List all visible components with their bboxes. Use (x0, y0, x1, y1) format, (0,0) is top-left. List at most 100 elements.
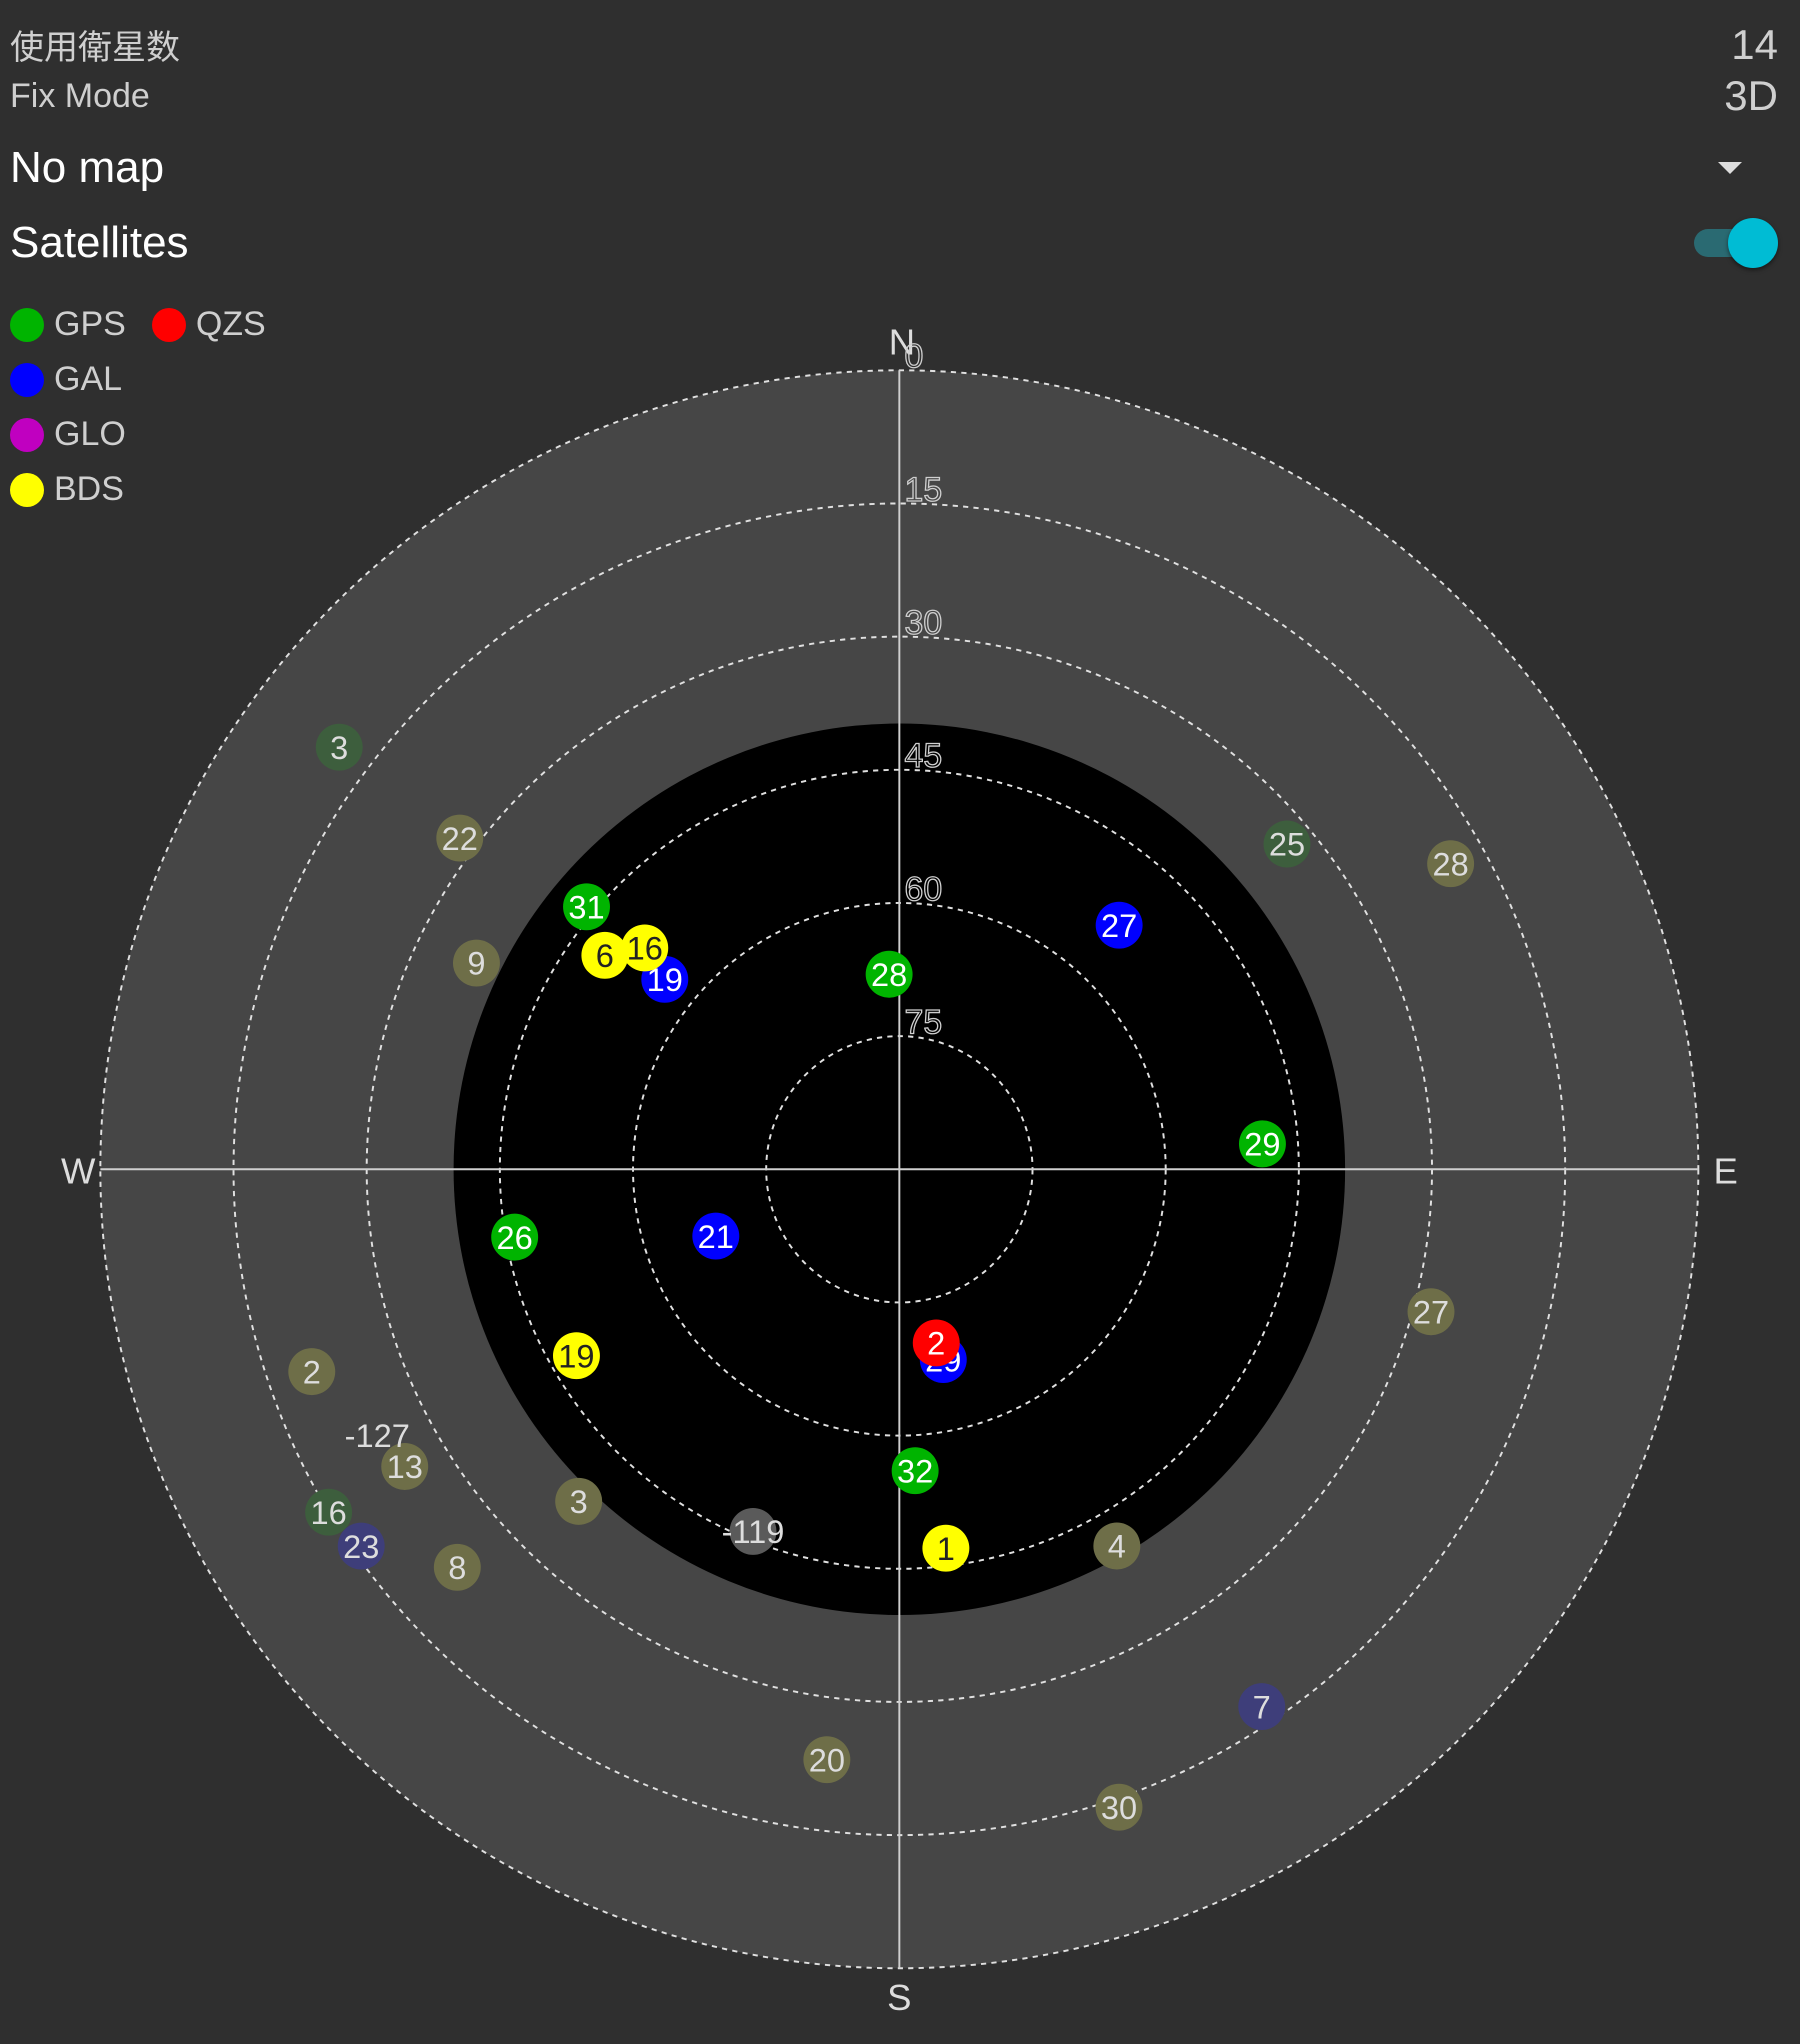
satellite-bds-6[interactable]: 6 (581, 931, 629, 979)
dropdown-triangle-icon[interactable] (1718, 162, 1742, 174)
satellite-id-label: 19 (647, 962, 683, 998)
satellite-marker (803, 1736, 851, 1784)
elevation-ring (498, 768, 1300, 1570)
satellite-id-label: 20 (809, 1742, 845, 1778)
legend-label: GAL (54, 360, 123, 398)
satellite-id-label: 26 (497, 1220, 533, 1256)
satellite-id-label: 28 (1433, 846, 1469, 882)
satellite-marker (555, 1477, 603, 1525)
satellite-bds-27[interactable]: 27 (1407, 1288, 1455, 1336)
satellite-gps-32[interactable]: 32 (891, 1447, 939, 1495)
satellite-gps-31[interactable]: 31 (563, 883, 610, 931)
satellites-used-row: 使用衛星数 14 (10, 20, 1778, 69)
satellite-bds-19[interactable]: 19 (552, 1332, 600, 1380)
satellite-bds-1[interactable]: 1 (922, 1524, 970, 1572)
satellite-marker (433, 1543, 481, 1591)
satellite-gal-29[interactable]: 29 (919, 1336, 967, 1384)
satellite-bds-30[interactable]: 30 (1095, 1783, 1143, 1831)
satellite-qzs-2[interactable]: 2 (912, 1319, 960, 1367)
satellite-id-label: 19 (558, 1338, 594, 1374)
satellite-bds-22[interactable]: 22 (436, 814, 484, 862)
satellite-marker (621, 924, 669, 972)
satellite-gps-16[interactable]: 16 (305, 1488, 353, 1536)
satellite-gal-27[interactable]: 27 (1095, 901, 1143, 949)
satellite-gal-19[interactable]: 19 (641, 955, 689, 1003)
west-label: W (61, 1151, 96, 1192)
satellite-unknown--119[interactable]: -119 (722, 1507, 785, 1555)
fix-mode-row: Fix Mode 3D (10, 72, 1778, 120)
satellite-marker (1238, 1120, 1286, 1168)
elevation-ring (99, 369, 1700, 1970)
satellite-marker (641, 955, 689, 1003)
gal-color-dot (10, 362, 44, 397)
satellites-used-label: 使用衛星数 (10, 29, 180, 67)
satellites-toggle-switch[interactable] (1692, 218, 1778, 268)
satellite-marker (912, 1319, 960, 1367)
satellite-marker (729, 1507, 777, 1555)
elevation-ring (365, 635, 1433, 1703)
gps-color-dot (10, 307, 44, 342)
satellite-id-label: 21 (698, 1219, 734, 1255)
satellite-gps-3[interactable]: 3 (315, 723, 363, 771)
satellite-marker (452, 939, 500, 987)
satellite-marker (563, 883, 610, 931)
legend-qzs: QZS (151, 305, 266, 344)
satellite-marker (1095, 1783, 1143, 1831)
bds-color-dot (10, 472, 44, 507)
satellite-gal-21[interactable]: 21 (692, 1212, 740, 1260)
satellite-id-label: 28 (871, 957, 907, 993)
satellite-id-label: 22 (442, 821, 478, 857)
satellite-unknown--127[interactable]: -127 (345, 1418, 410, 1454)
legend-bds: BDS (10, 470, 124, 509)
satellite-id-label: 7 (1253, 1689, 1271, 1725)
satellite-id-label: 16 (311, 1495, 347, 1531)
satellite-bds-9[interactable]: 9 (452, 939, 500, 987)
satellite-bds-20[interactable]: 20 (803, 1736, 851, 1784)
satellite-marker (288, 1348, 336, 1396)
satellite-marker (381, 1443, 429, 1490)
satellite-id-label: 30 (1101, 1790, 1137, 1826)
satellite-bds-13[interactable]: 13 (381, 1443, 429, 1490)
south-label: S (887, 1977, 911, 2018)
satellite-bds-4[interactable]: 4 (1093, 1522, 1141, 1570)
satellite-marker (315, 723, 363, 771)
elevation-ring (765, 1035, 1034, 1304)
satellite-id-label: 6 (596, 938, 614, 974)
elevation-ring (232, 502, 1567, 1837)
east-label: E (1714, 1151, 1738, 1192)
satellite-gal-7[interactable]: 7 (1238, 1683, 1286, 1731)
north-label: N (889, 322, 915, 363)
legend-label: BDS (54, 470, 124, 508)
satellite-gps-29[interactable]: 29 (1238, 1120, 1286, 1168)
satellite-id-label: 25 (1269, 827, 1305, 863)
satellite-marker (1093, 1522, 1141, 1570)
constellation-legend: GPS QZS GAL GLO BDS (10, 297, 292, 517)
satellite-marker (1407, 1288, 1455, 1336)
satellite-bds-8[interactable]: 8 (433, 1543, 481, 1591)
legend-label: GLO (54, 415, 126, 453)
satellite-marker (337, 1522, 385, 1570)
satellite-bds-16[interactable]: 16 (621, 924, 669, 972)
satellite-bds-2[interactable]: 2 (288, 1348, 336, 1396)
map-select-dropdown[interactable]: No map (10, 143, 1778, 193)
satellite-marker (922, 1524, 970, 1572)
satellite-id-label: -127 (345, 1418, 410, 1454)
satellite-gal-23[interactable]: 23 (337, 1522, 385, 1570)
satellite-bds-28[interactable]: 28 (1427, 840, 1475, 888)
satellite-marker (891, 1447, 939, 1495)
legend-label: GPS (54, 305, 126, 343)
satellite-gps-25[interactable]: 25 (1263, 820, 1311, 868)
satellite-bds-3[interactable]: 3 (555, 1477, 603, 1525)
elevation-tick-label: 45 (905, 737, 943, 775)
toggle-thumb[interactable] (1728, 218, 1778, 268)
satellite-id-label: 31 (568, 890, 604, 926)
satellites-toggle-row: Satellites (10, 218, 1778, 268)
satellite-marker (1238, 1683, 1286, 1731)
satellite-id-label: 29 (925, 1342, 961, 1378)
sky-disk (100, 370, 1699, 1969)
satellite-gps-28[interactable]: 28 (865, 950, 913, 998)
satellite-marker (491, 1213, 539, 1261)
satellite-gps-26[interactable]: 26 (491, 1213, 539, 1261)
satellite-id-label: -119 (722, 1514, 785, 1550)
satellite-marker (305, 1488, 353, 1536)
